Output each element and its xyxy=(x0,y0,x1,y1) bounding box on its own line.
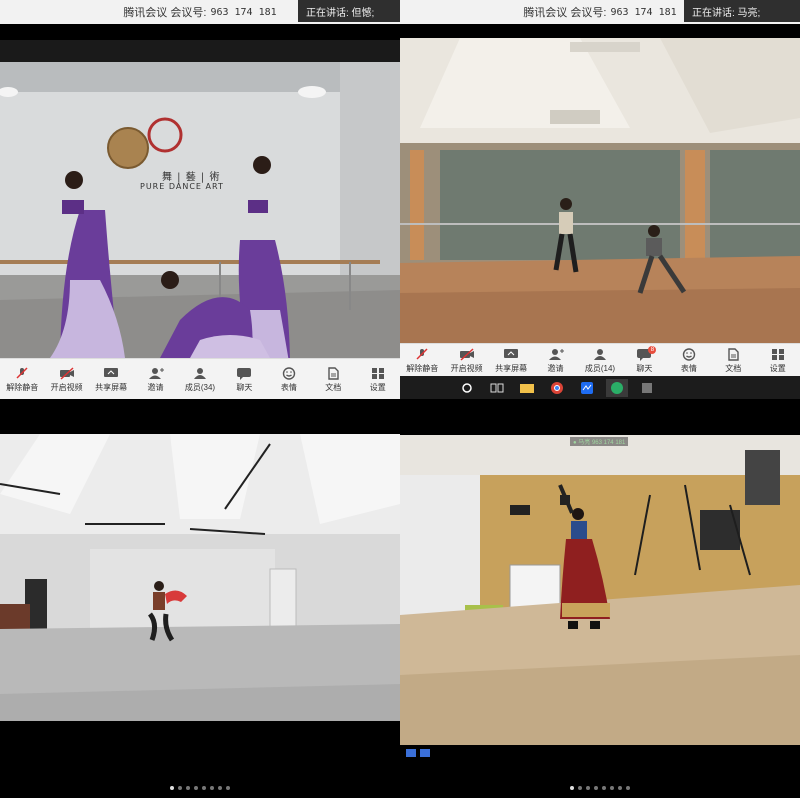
video-window-bottom-right: ● 马亮 963 174 181 xyxy=(400,399,800,798)
windows-taskbar xyxy=(400,376,800,399)
meeting-id-label: 会议号: xyxy=(570,7,607,19)
chrome-icon[interactable] xyxy=(546,379,568,397)
document-icon xyxy=(725,347,741,363)
toolbar-button-share-screen[interactable]: 共享屏幕 xyxy=(91,367,131,393)
toolbar-button-label: 文档 xyxy=(325,382,342,392)
white-studio-scene xyxy=(0,434,400,721)
video-feed[interactable] xyxy=(0,434,400,721)
mic-muted-icon xyxy=(14,366,30,382)
meeting-id: 963 174 181 xyxy=(210,6,277,18)
toolbar-button-label: 共享屏幕 xyxy=(95,382,128,392)
settings-icon xyxy=(370,367,386,382)
toolbar-button-label: 成员(14) xyxy=(584,363,616,373)
file-explorer-icon[interactable] xyxy=(516,379,538,397)
mini-taskbar xyxy=(406,749,430,757)
app-label: 腾讯会议 xyxy=(523,7,568,19)
toolbar-button-label: 共享屏幕 xyxy=(495,363,528,373)
camera-off-icon xyxy=(459,347,475,363)
toolbar-button-invite[interactable]: 邀请 xyxy=(536,348,576,374)
toolbar-button-camera-off[interactable]: 开启视频 xyxy=(447,347,487,374)
task-view-icon[interactable] xyxy=(486,379,508,397)
app-icon[interactable] xyxy=(406,749,416,757)
dance-hall-scene xyxy=(400,38,800,343)
toolbar-button-document[interactable]: 文档 xyxy=(713,347,753,374)
app-label: 腾讯会议 xyxy=(123,7,168,19)
wechat-icon[interactable] xyxy=(606,378,628,397)
app-icon[interactable] xyxy=(636,379,658,397)
unread-badge: 8 xyxy=(648,345,657,354)
toolbar-button-label: 邀请 xyxy=(547,363,564,373)
emoji-icon xyxy=(681,347,697,363)
emoji-icon xyxy=(281,366,297,382)
toolbar-button-mic-muted[interactable]: 解除静音 xyxy=(2,366,42,393)
page-indicator[interactable] xyxy=(400,783,800,792)
invite-icon xyxy=(148,367,164,382)
toolbar-button-label: 聊天 xyxy=(636,363,653,373)
camera-off-icon xyxy=(59,366,75,382)
toolbar-button-label: 解除静音 xyxy=(406,363,439,373)
toolbar-button-label: 表情 xyxy=(680,363,697,373)
meeting-window-top-right: 腾讯会议 会议号: 963 174 181 正在讲话: 马亮; 解除静音 开启视… xyxy=(400,0,800,399)
toolbar-button-label: 聊天 xyxy=(236,382,253,392)
meeting-app-icon[interactable] xyxy=(576,379,598,397)
meeting-window-top-left: 腾讯会议 会议号: 963 174 181 舞 | 藝 | 術 PURE DAN… xyxy=(0,0,400,399)
tibetan-dance-scene xyxy=(400,435,800,745)
chat-icon xyxy=(236,367,252,382)
dance-studio-scene xyxy=(0,40,400,358)
share-screen-icon xyxy=(103,367,119,382)
meeting-toolbar: 解除静音 开启视频 共享屏幕 邀请 成员(14) 8 聊天 表情 文档 设置 xyxy=(400,343,800,377)
invite-icon xyxy=(548,348,564,363)
meeting-app-icon[interactable] xyxy=(420,749,430,757)
toolbar-button-label: 解除静音 xyxy=(6,382,39,392)
screenshot-collage: 腾讯会议 会议号: 963 174 181 舞 | 藝 | 術 PURE DAN… xyxy=(0,0,800,798)
settings-icon xyxy=(770,348,786,363)
video-feed[interactable] xyxy=(400,38,800,343)
video-feed[interactable]: ● 马亮 963 174 181 xyxy=(400,435,800,745)
toolbar-button-label: 开启视频 xyxy=(50,382,83,392)
speaking-text: 正在讲话: 但憾; xyxy=(306,7,375,19)
toolbar-button-label: 开启视频 xyxy=(450,363,483,373)
toolbar-button-members[interactable]: 成员(14) xyxy=(580,348,620,374)
toolbar-button-emoji[interactable]: 表情 xyxy=(669,347,709,374)
toolbar-button-label: 设置 xyxy=(369,382,386,392)
toolbar-button-chat[interactable]: 8 聊天 xyxy=(624,345,664,374)
mic-muted-icon xyxy=(414,347,430,363)
meeting-id: 963 174 181 xyxy=(610,6,677,18)
toolbar-button-settings[interactable]: 设置 xyxy=(358,367,398,393)
meeting-id-label: 会议号: xyxy=(170,7,207,19)
toolbar-button-settings[interactable]: 设置 xyxy=(758,348,798,374)
toolbar-button-chat[interactable]: 聊天 xyxy=(224,367,264,393)
page-indicator[interactable] xyxy=(0,783,400,792)
toolbar-button-invite[interactable]: 邀请 xyxy=(136,367,176,393)
toolbar-button-emoji[interactable]: 表情 xyxy=(269,366,309,393)
toolbar-button-share-screen[interactable]: 共享屏幕 xyxy=(491,348,531,374)
members-icon xyxy=(192,367,208,382)
video-window-bottom-left xyxy=(0,399,400,798)
toolbar-button-label: 文档 xyxy=(725,363,742,373)
toolbar-button-members[interactable]: 成员(34) xyxy=(180,367,220,393)
search-icon[interactable] xyxy=(456,379,478,397)
toolbar-button-label: 邀请 xyxy=(147,382,164,392)
studio-sign-chinese: 舞 | 藝 | 術 xyxy=(162,172,221,183)
toolbar-button-camera-off[interactable]: 开启视频 xyxy=(47,366,87,393)
toolbar-button-label: 表情 xyxy=(280,382,297,392)
video-feed[interactable]: 舞 | 藝 | 術 PURE DANCE ART xyxy=(0,40,400,358)
members-icon xyxy=(592,348,608,363)
speaking-text: 正在讲话: 马亮; xyxy=(692,7,761,19)
toolbar-button-mic-muted[interactable]: 解除静音 xyxy=(402,347,442,374)
studio-sign-english: PURE DANCE ART xyxy=(140,182,224,191)
toolbar-button-label: 设置 xyxy=(769,363,786,373)
speaking-indicator: 正在讲话: 但憾; xyxy=(298,0,400,22)
video-overlay-label: ● 马亮 963 174 181 xyxy=(570,437,629,446)
speaking-indicator: 正在讲话: 马亮; xyxy=(684,0,800,22)
toolbar-button-label: 成员(34) xyxy=(184,382,216,392)
share-screen-icon xyxy=(503,348,519,363)
toolbar-button-document[interactable]: 文档 xyxy=(313,366,353,393)
meeting-toolbar: 解除静音 开启视频 共享屏幕 邀请 成员(34) 聊天 表情 文档 设置 xyxy=(0,358,400,399)
document-icon xyxy=(325,366,341,382)
